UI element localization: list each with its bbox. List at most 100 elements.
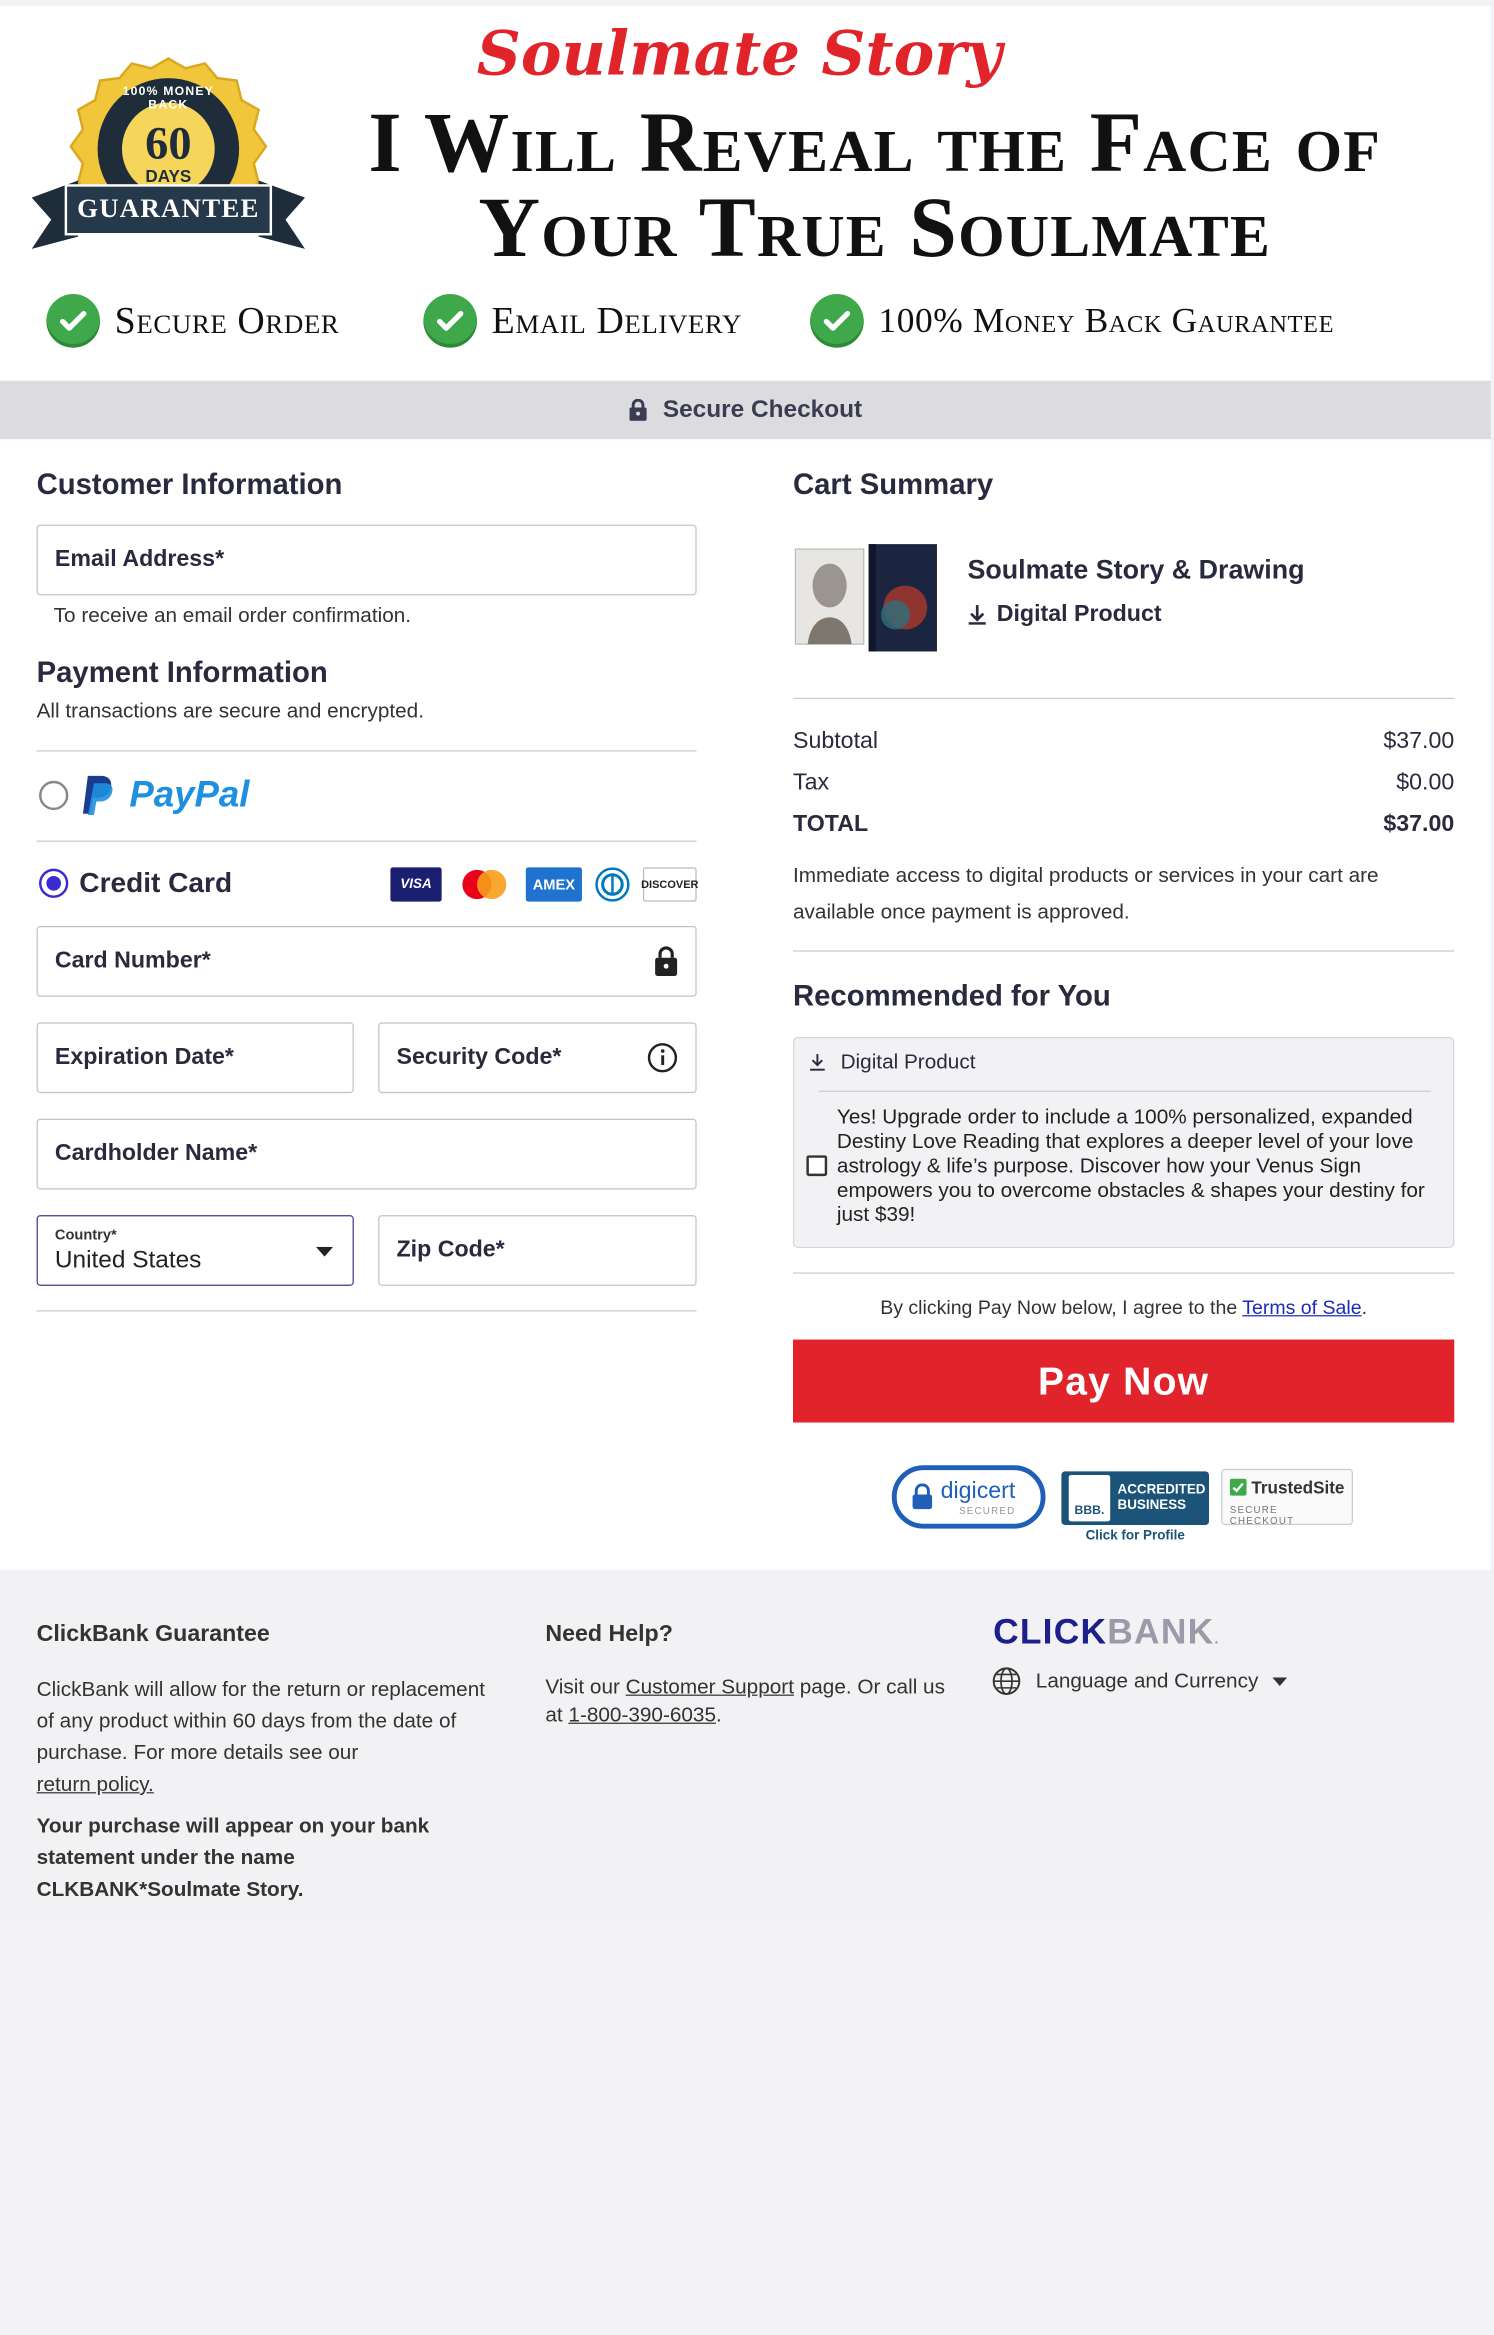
badge-top-text: 100% MONEY BACK xyxy=(122,85,215,113)
page-background: 100% MONEY BACK 60 DAYS GUARANTEE Soulma… xyxy=(0,0,1494,1916)
secure-checkout-bar: Secure Checkout xyxy=(0,380,1491,440)
tax-label: Tax xyxy=(793,769,830,796)
payment-info-heading: Payment Information xyxy=(36,656,328,690)
divider xyxy=(793,1272,1455,1274)
upsell-text: Yes! Upgrade order to include a 100% per… xyxy=(836,1105,1425,1227)
bbb-line1: ACCREDITED xyxy=(1117,1482,1206,1497)
subtotal-row: Subtotal $37.00 xyxy=(793,728,1454,755)
trustedsite-seal[interactable]: TrustedSite SECURE CHECKOUT xyxy=(1221,1468,1353,1526)
help-text: Visit our Customer Support page. Or call… xyxy=(545,1673,948,1729)
subtotal-label: Subtotal xyxy=(793,728,879,754)
terms-of-sale-link[interactable]: Terms of Sale xyxy=(1242,1298,1361,1319)
divider xyxy=(793,950,1455,952)
upsell-box: Digital Product Yes! Upgrade order to in… xyxy=(793,1037,1455,1249)
customer-support-link[interactable]: Customer Support xyxy=(626,1675,794,1698)
bbb-caption[interactable]: Click for Profile xyxy=(1061,1529,1209,1544)
trust-secure-order: Secure Order xyxy=(46,293,339,349)
lock-icon xyxy=(629,398,647,421)
language-currency-selector[interactable]: Language and Currency xyxy=(992,1667,1288,1696)
credit-card-label: Credit Card xyxy=(79,866,233,898)
guarantee-body: ClickBank will allow for the return or r… xyxy=(36,1677,486,1765)
cardholder-placeholder: Cardholder Name* xyxy=(54,1140,258,1167)
brand-title: Soulmate Story xyxy=(476,17,1002,90)
badge-unit: DAYS xyxy=(145,165,192,186)
check-square-icon xyxy=(1229,1478,1247,1496)
upsell-type-label: Digital Product xyxy=(840,1050,976,1074)
badge-number: 60 xyxy=(145,118,192,170)
check-circle-icon xyxy=(46,294,101,348)
divider xyxy=(36,750,697,752)
bbb-seal[interactable]: BBB. ACCREDITED BUSINESS xyxy=(1061,1471,1210,1525)
subtotal-value: $37.00 xyxy=(1383,728,1455,754)
product-type-label: Digital Product xyxy=(996,601,1162,628)
email-hint: To receive an email order confirmation. xyxy=(53,603,412,628)
digicert-seal[interactable]: digicert SECURED xyxy=(891,1465,1046,1529)
phone-link[interactable]: 1-800-390-6035 xyxy=(568,1703,716,1726)
bbb-line2: BUSINESS xyxy=(1117,1498,1187,1513)
upsell-type: Digital Product xyxy=(809,1050,976,1074)
customer-info-heading: Customer Information xyxy=(36,468,343,502)
total-label: TOTAL xyxy=(793,811,869,837)
headline-line-1: I Will Reveal the Face of xyxy=(368,96,1382,191)
language-label: Language and Currency xyxy=(1035,1668,1259,1693)
pay-now-button[interactable]: Pay Now xyxy=(793,1339,1455,1423)
padlock-icon xyxy=(912,1483,933,1510)
lock-icon xyxy=(655,946,678,976)
card-number-field[interactable]: Card Number* xyxy=(36,925,697,997)
cardholder-field[interactable]: Cardholder Name* xyxy=(36,1118,697,1190)
trust-label: Secure Order xyxy=(114,298,340,342)
clickbank-logo: CLICKBANK. xyxy=(993,1613,1220,1653)
info-icon[interactable] xyxy=(647,1042,679,1074)
guarantee-heading: ClickBank Guarantee xyxy=(36,1621,270,1647)
product-name: Soulmate Story & Drawing xyxy=(967,553,1305,585)
return-policy-link[interactable]: return policy. xyxy=(37,1769,507,1801)
card-number-placeholder: Card Number* xyxy=(54,947,211,974)
terms-agreement: By clicking Pay Now below, I agree to th… xyxy=(793,1298,1454,1320)
access-note: Immediate access to digital products or … xyxy=(793,863,1379,924)
guarantee-text: ClickBank will allow for the return or r… xyxy=(37,1674,507,1801)
download-icon xyxy=(968,605,986,625)
secure-checkout-label: Secure Checkout xyxy=(662,395,863,423)
chevron-down-icon xyxy=(1272,1676,1288,1686)
diners-icon xyxy=(593,867,632,902)
help-suffix: . xyxy=(716,1703,722,1727)
bbb-short: BBB. xyxy=(1068,1474,1111,1522)
paypal-radio[interactable] xyxy=(39,780,69,811)
terms-suffix: . xyxy=(1361,1298,1368,1319)
credit-card-radio[interactable] xyxy=(39,868,69,898)
trust-money-back: 100% Money Back Gaurantee xyxy=(810,293,1334,349)
help-prefix: Visit our xyxy=(545,1675,626,1699)
globe-icon xyxy=(992,1667,1021,1695)
email-field[interactable]: Email Address* xyxy=(36,524,697,596)
terms-prefix: By clicking Pay Now below, I agree to th… xyxy=(880,1298,1243,1319)
visa-icon: VISA xyxy=(390,867,442,902)
zip-code-field[interactable]: Zip Code* xyxy=(378,1215,697,1286)
chevron-down-icon xyxy=(315,1246,334,1257)
trust-label: 100% Money Back Gaurantee xyxy=(878,300,1335,340)
logo-bank: BANK xyxy=(1107,1612,1215,1652)
total-value: $37.00 xyxy=(1383,811,1455,837)
security-code-placeholder: Security Code* xyxy=(396,1044,562,1070)
trust-email-delivery: Email Delivery xyxy=(423,293,742,349)
email-placeholder: Email Address* xyxy=(54,546,225,573)
payment-subheading: All transactions are secure and encrypte… xyxy=(36,699,424,723)
tax-row: Tax $0.00 xyxy=(793,770,1454,797)
upsell-checkbox[interactable] xyxy=(806,1155,828,1177)
country-select[interactable]: Country* United States xyxy=(36,1215,354,1286)
statement-note: Your purchase will appear on your bank s… xyxy=(36,1814,430,1901)
expiration-placeholder: Expiration Date* xyxy=(54,1044,234,1070)
logo-mark: . xyxy=(1214,1629,1220,1647)
logo-click: CLICK xyxy=(993,1612,1108,1652)
check-circle-icon xyxy=(423,294,478,348)
country-value: United States xyxy=(54,1246,202,1274)
tax-value: $0.00 xyxy=(1396,769,1455,796)
paypal-option[interactable]: PayPal xyxy=(39,773,249,817)
paypal-label: PayPal xyxy=(129,774,250,815)
help-heading: Need Help? xyxy=(545,1621,673,1647)
trust-label: Email Delivery xyxy=(491,298,742,342)
country-label: Country* xyxy=(54,1226,117,1244)
expiration-field[interactable]: Expiration Date* xyxy=(36,1022,354,1094)
security-code-field[interactable]: Security Code* xyxy=(378,1022,697,1094)
credit-card-option[interactable]: Credit Card xyxy=(39,866,232,899)
zip-code-placeholder: Zip Code* xyxy=(396,1237,505,1263)
